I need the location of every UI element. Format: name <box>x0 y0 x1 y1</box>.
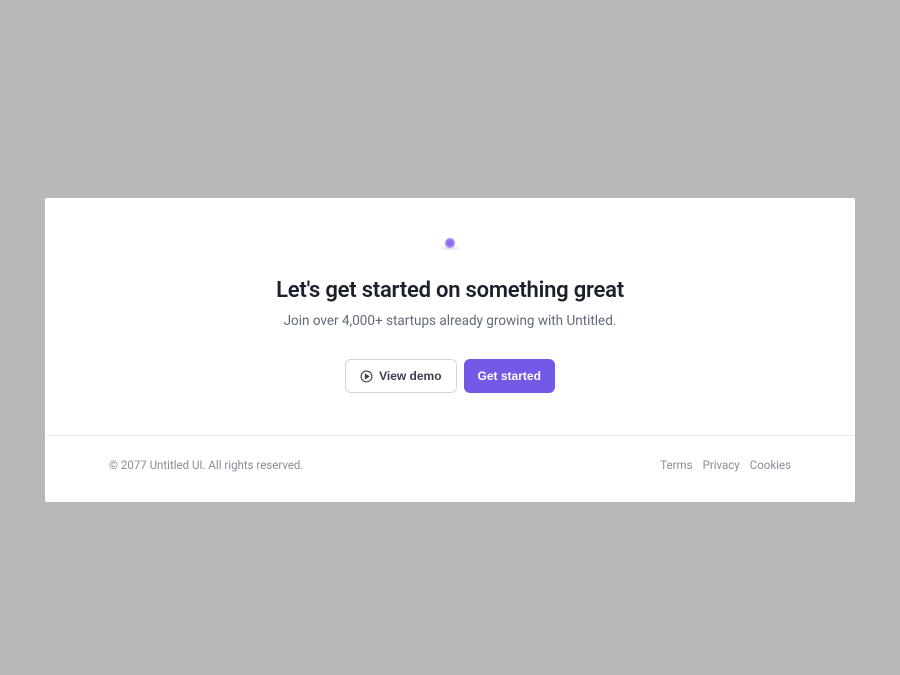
view-demo-button[interactable]: View demo <box>345 359 456 393</box>
copyright-text: © 2077 Untitled UI. All rights reserved. <box>109 458 303 472</box>
view-demo-label: View demo <box>379 369 441 383</box>
logo-icon <box>440 238 460 250</box>
privacy-link[interactable]: Privacy <box>703 458 740 472</box>
play-circle-icon <box>360 370 373 383</box>
button-group: View demo Get started <box>345 359 555 393</box>
footer: © 2077 Untitled UI. All rights reserved.… <box>45 435 855 502</box>
hero-heading: Let's get started on something great <box>276 278 624 303</box>
cookies-link[interactable]: Cookies <box>750 458 791 472</box>
main-card: Let's get started on something great Joi… <box>45 198 855 502</box>
get-started-label: Get started <box>478 369 541 383</box>
footer-links: Terms Privacy Cookies <box>660 458 791 472</box>
hero-content: Let's get started on something great Joi… <box>45 238 855 435</box>
hero-subheading: Join over 4,000+ startups already growin… <box>284 313 617 329</box>
get-started-button[interactable]: Get started <box>464 359 555 393</box>
terms-link[interactable]: Terms <box>660 458 692 472</box>
